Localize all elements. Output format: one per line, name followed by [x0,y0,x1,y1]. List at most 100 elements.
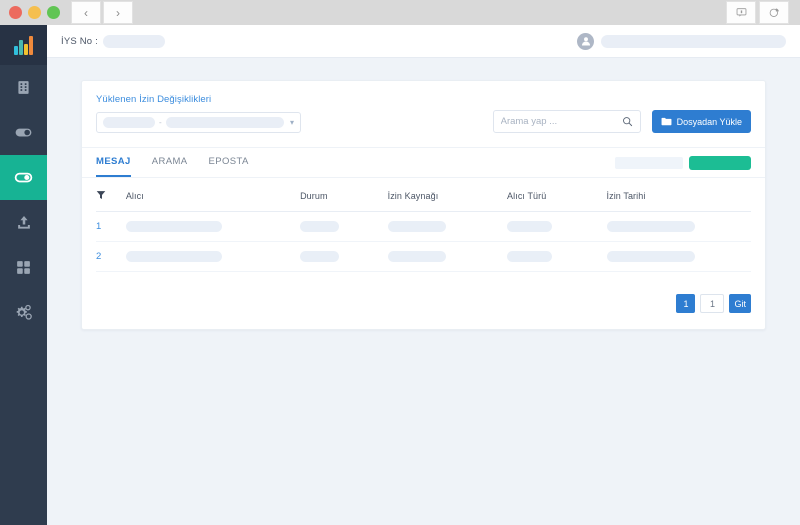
cell-alici [125,211,301,242]
row-index: 1 [96,211,126,242]
cell-izin-tarihi [606,211,751,242]
funnel-icon[interactable] [96,190,106,200]
toggle-off-icon [15,128,32,137]
top-bar-user [577,32,786,50]
comment-button[interactable] [726,1,756,24]
pagination: 1 Git [82,280,765,329]
secondary-action-button[interactable] [615,156,683,169]
minimize-window-button[interactable] [28,6,41,19]
tab-bar: MESAJ ARAMA EPOSTA [82,148,765,178]
upload-icon [17,215,30,229]
page-number-button[interactable]: 1 [676,294,696,313]
tab-bar-actions [615,155,751,170]
chevron-left-icon: ‹ [84,5,88,20]
maximize-window-button[interactable] [47,6,60,19]
tab-mesaj-label: MESAJ [96,156,131,167]
select-value-right [165,117,284,128]
cell-value [300,221,340,232]
application-window: İYS No : Yüklenen İzin Değişiklikleri - … [0,25,800,525]
column-header-izin-tarihi[interactable]: İzin Tarihi [606,178,751,212]
search-input[interactable] [500,116,622,127]
column-header-alici-turu[interactable]: Alıcı Türü [507,178,607,212]
cell-value [125,251,222,262]
chart-button[interactable] [759,1,789,24]
grid-icon [17,261,30,274]
close-window-button[interactable] [9,6,22,19]
filter-label: Yüklenen İzin Değişiklikleri [96,94,212,105]
cell-izin-tarihi [606,241,751,272]
filter-group: Yüklenen İzin Değişiklikleri - ▾ [96,94,301,133]
uploaded-changes-select[interactable]: - ▾ [96,112,301,133]
upload-button-label: Dosyadan Yükle [676,116,742,127]
app-logo[interactable] [0,25,47,65]
toggle-on-icon [14,172,33,183]
sidebar [0,25,47,525]
content-area: Yüklenen İzin Değişiklikleri - ▾ Arama y… [47,58,800,525]
upload-from-file-button[interactable]: Dosyadan Yükle [651,110,751,133]
cell-value [606,221,695,232]
folder-icon [661,117,672,126]
cell-value [507,251,553,262]
back-button[interactable]: ‹ [71,1,101,24]
select-separator: - [159,118,162,127]
avatar[interactable] [577,32,594,50]
tab-arama-label: ARAMA [151,156,188,167]
sidebar-item-apps[interactable] [0,245,47,290]
cell-durum [300,241,388,272]
filter-column-header[interactable] [96,178,126,212]
primary-action-button[interactable] [689,155,751,170]
navigation-buttons: ‹ › [71,1,133,24]
cell-izin-kaynagi [387,241,508,272]
building-icon [18,81,29,94]
tab-mesaj[interactable]: MESAJ [96,148,131,177]
user-name [601,34,786,48]
tab-eposta[interactable]: EPOSTA [209,148,249,177]
card-toolbar: Yüklenen İzin Değişiklikleri - ▾ Arama y… [82,81,765,148]
bar-chart-logo-icon [14,35,33,55]
cell-izin-kaynagi [387,211,508,242]
consents-table: Alıcı Durum İzin Kaynağı Alıcı Türü İzin… [96,178,751,272]
table-head: Alıcı Durum İzin Kaynağı Alıcı Türü İzin… [96,178,751,212]
tabs: MESAJ ARAMA EPOSTA [96,148,249,177]
gears-icon [16,304,32,320]
pie-chart-icon [769,8,779,17]
row-index: 2 [96,241,126,272]
cell-value [606,251,695,262]
select-value-left [103,117,155,128]
toolbar-actions: Dosyadan Yükle [492,110,751,133]
sidebar-item-consents[interactable] [0,155,47,200]
table-header-row: Alıcı Durum İzin Kaynağı Alıcı Türü İzin… [96,178,751,212]
forward-button[interactable]: › [103,1,133,24]
table-row[interactable]: 1 [96,211,751,242]
cell-value [125,221,222,232]
sidebar-item-toggle[interactable] [0,110,47,155]
sidebar-item-settings[interactable] [0,290,47,335]
cell-value [387,221,446,232]
chevron-down-icon: ▾ [289,117,294,127]
column-header-durum[interactable]: Durum [300,178,388,212]
tab-eposta-label: EPOSTA [208,156,249,167]
sidebar-item-company[interactable] [0,65,47,110]
iys-no-value [102,34,165,48]
cell-value [300,251,340,262]
main-area: İYS No : Yüklenen İzin Değişiklikleri - … [47,25,800,525]
table-row[interactable]: 2 [96,241,751,272]
page-input[interactable] [700,294,725,313]
cell-alici-turu [507,241,607,272]
cell-value [507,221,553,232]
search-icon[interactable] [622,116,633,127]
top-bar: İYS No : [47,25,800,58]
column-header-alici[interactable]: Alıcı [125,178,301,212]
tab-arama[interactable]: ARAMA [152,148,188,177]
traffic-lights [0,6,60,19]
column-header-izin-kaynagi[interactable]: İzin Kaynağı [387,178,508,212]
chevron-right-icon: › [116,5,120,20]
chrome-right-buttons [726,1,800,24]
cell-durum [300,211,388,242]
cell-value [387,251,446,262]
sidebar-item-upload[interactable] [0,200,47,245]
go-button[interactable]: Git [729,294,751,313]
search-box[interactable] [492,110,641,133]
cell-alici [125,241,301,272]
iys-no-label: İYS No : [61,35,98,47]
